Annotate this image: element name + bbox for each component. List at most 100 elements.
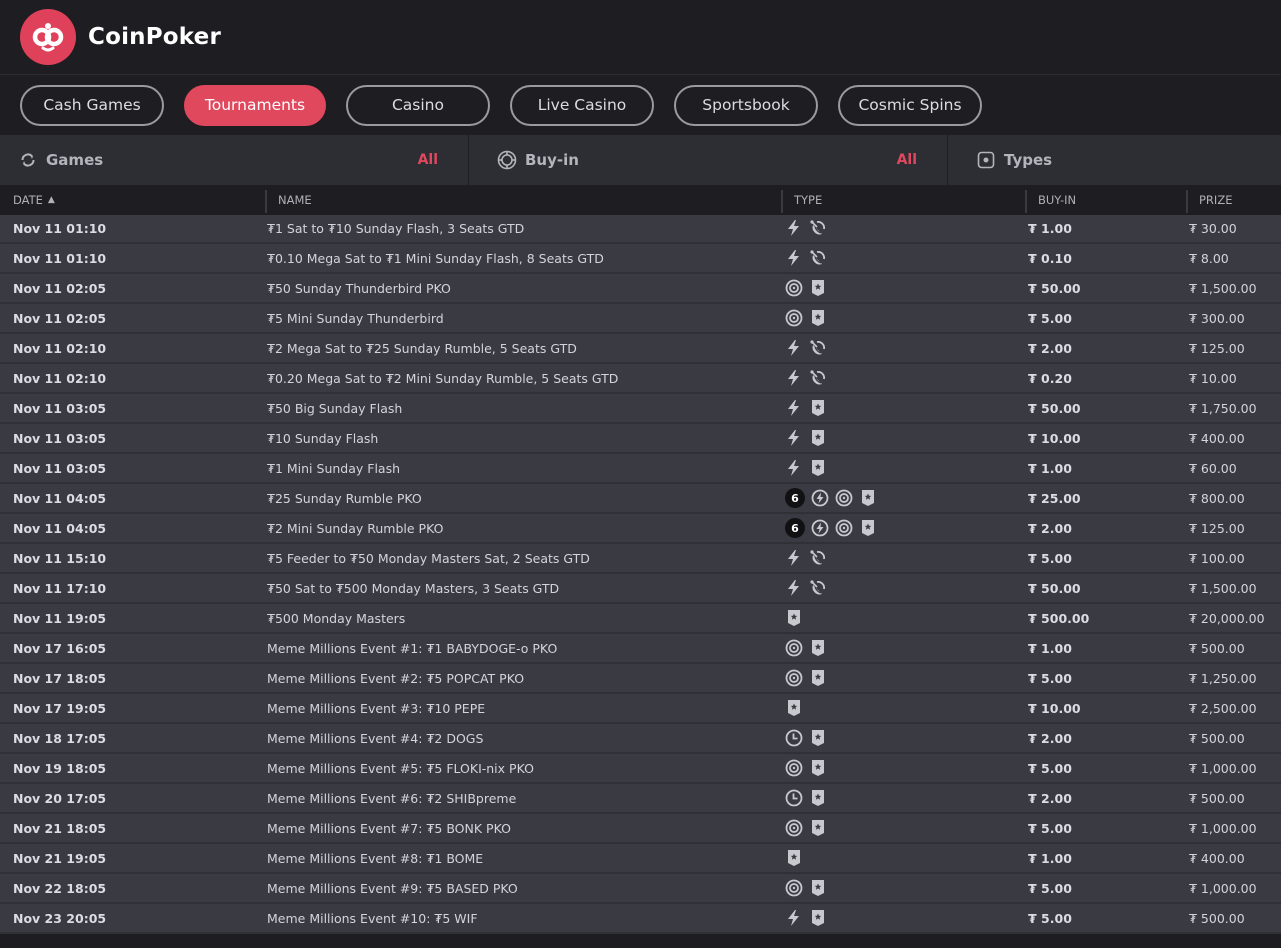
column-header-type[interactable]: TYPE: [781, 185, 1025, 215]
row-prize: ₮ 1,500.00: [1189, 580, 1257, 596]
shield-star-icon: [859, 489, 877, 507]
row-types: [781, 394, 1025, 422]
sort-ascending-icon[interactable]: ▲: [48, 195, 55, 205]
table-row[interactable]: Nov 11 01:10 ₮0.10 Mega Sat to ₮1 Mini S…: [0, 244, 1281, 274]
row-buyin: ₮ 50.00: [1028, 400, 1081, 416]
table-row[interactable]: Nov 11 02:05 ₮50 Sunday Thunderbird PKO …: [0, 274, 1281, 304]
target-icon: [785, 669, 803, 687]
games-filter[interactable]: Games All: [0, 135, 469, 185]
row-types: [781, 724, 1025, 752]
types-filter[interactable]: Types: [948, 135, 1281, 185]
row-buyin: ₮ 2.00: [1028, 520, 1072, 536]
row-name: ₮2 Mega Sat to ₮25 Sunday Rumble, 5 Seat…: [267, 340, 577, 356]
row-prize: ₮ 100.00: [1189, 550, 1245, 566]
row-date: Nov 17 18:05: [13, 670, 107, 686]
table-row[interactable]: Nov 11 15:10 ₮5 Feeder to ₮50 Monday Mas…: [0, 544, 1281, 574]
row-buyin: ₮ 50.00: [1028, 580, 1081, 596]
target-icon: [785, 759, 803, 777]
buyin-filter[interactable]: Buy-in All: [469, 135, 948, 185]
table-row[interactable]: Nov 21 19:05 Meme Millions Event #8: ₮1 …: [0, 844, 1281, 874]
column-header-prize[interactable]: PRIZE: [1186, 185, 1281, 215]
nav-cosmic-spins[interactable]: Cosmic Spins: [838, 84, 982, 126]
shield-star-icon: [809, 759, 827, 777]
row-buyin: ₮ 2.00: [1028, 340, 1072, 356]
satellite-icon: [809, 579, 827, 597]
row-buyin: ₮ 1.00: [1028, 220, 1072, 236]
table-row[interactable]: Nov 11 02:10 ₮2 Mega Sat to ₮25 Sunday R…: [0, 334, 1281, 364]
row-buyin: ₮ 50.00: [1028, 280, 1081, 296]
row-prize: ₮ 60.00: [1189, 460, 1237, 476]
target-icon: [785, 879, 803, 897]
satellite-icon: [809, 219, 827, 237]
nav-sportsbook[interactable]: Sportsbook: [674, 84, 818, 126]
row-name: Meme Millions Event #9: ₮5 BASED PKO: [267, 880, 518, 896]
row-date: Nov 11 15:10: [13, 550, 107, 566]
table-row[interactable]: Nov 17 16:05 Meme Millions Event #1: ₮1 …: [0, 634, 1281, 664]
hyper-turbo-icon: [811, 489, 829, 507]
nav-cash-games[interactable]: Cash Games: [20, 84, 164, 126]
row-buyin: ₮ 5.00: [1028, 820, 1072, 836]
tournament-table-body[interactable]: Nov 11 01:10 ₮5 Sat to ₮50 Big Sunday Fl…: [0, 198, 1281, 948]
row-date: Nov 21 19:05: [13, 850, 107, 866]
row-name: Meme Millions Event #8: ₮1 BOME: [267, 850, 484, 866]
row-prize: ₮ 125.00: [1189, 340, 1245, 356]
row-prize: ₮ 10.00: [1189, 370, 1237, 386]
table-row[interactable]: Nov 20 17:05 Meme Millions Event #6: ₮2 …: [0, 784, 1281, 814]
table-row[interactable]: Nov 11 17:10 ₮50 Sat to ₮500 Monday Mast…: [0, 574, 1281, 604]
table-row[interactable]: Nov 11 04:05 ₮2 Mini Sunday Rumble PKO 6…: [0, 514, 1281, 544]
lightning-icon: [785, 249, 803, 267]
table-row[interactable]: Nov 11 01:10 ₮1 Sat to ₮10 Sunday Flash,…: [0, 214, 1281, 244]
main-nav: Cash Games Tournaments Casino Live Casin…: [0, 75, 1281, 135]
column-header-name[interactable]: NAME: [265, 185, 781, 215]
buyin-filter-label: Buy-in: [525, 151, 579, 169]
table-row[interactable]: Nov 11 19:05 ₮500 Monday Masters ₮ 500.0…: [0, 604, 1281, 634]
table-row[interactable]: Nov 11 02:10 ₮0.20 Mega Sat to ₮2 Mini S…: [0, 364, 1281, 394]
row-types: [781, 634, 1025, 662]
table-row[interactable]: Nov 22 18:05 Meme Millions Event #9: ₮5 …: [0, 874, 1281, 904]
brand-name: CoinPoker: [88, 24, 222, 50]
row-prize: ₮ 1,000.00: [1189, 820, 1257, 836]
column-header-type-label: TYPE: [794, 193, 823, 207]
column-header-date[interactable]: DATE ▲: [0, 185, 265, 215]
row-types: [781, 334, 1025, 362]
row-date: Nov 11 02:05: [13, 280, 107, 296]
coinpoker-logo-icon[interactable]: [20, 9, 76, 65]
satellite-icon: [809, 249, 827, 267]
row-date: Nov 11 03:05: [13, 460, 107, 476]
table-row[interactable]: Nov 11 02:05 ₮5 Mini Sunday Thunderbird …: [0, 304, 1281, 334]
nav-tournaments[interactable]: Tournaments: [184, 84, 326, 126]
table-row[interactable]: Nov 18 17:05 Meme Millions Event #4: ₮2 …: [0, 724, 1281, 754]
row-name: Meme Millions Event #7: ₮5 BONK PKO: [267, 820, 511, 836]
table-row[interactable]: Nov 21 18:05 Meme Millions Event #7: ₮5 …: [0, 814, 1281, 844]
row-types: [781, 424, 1025, 452]
shield-star-icon: [809, 789, 827, 807]
shield-star-icon: [785, 849, 803, 867]
row-prize: ₮ 1,500.00: [1189, 280, 1257, 296]
row-name: Meme Millions Event #2: ₮5 POPCAT PKO: [267, 670, 525, 686]
target-icon: [835, 519, 853, 537]
row-name: ₮50 Sunday Thunderbird PKO: [267, 280, 451, 296]
table-row[interactable]: Nov 17 19:05 Meme Millions Event #3: ₮10…: [0, 694, 1281, 724]
table-row[interactable]: Nov 17 18:05 Meme Millions Event #2: ₮5 …: [0, 664, 1281, 694]
table-row[interactable]: Nov 19 18:05 Meme Millions Event #5: ₮5 …: [0, 754, 1281, 784]
row-name: Meme Millions Event #5: ₮5 FLOKI-nix PKO: [267, 760, 534, 776]
row-name: Meme Millions Event #1: ₮1 BABYDOGE-o PK…: [267, 640, 558, 656]
row-prize: ₮ 400.00: [1189, 430, 1245, 446]
row-types: [781, 874, 1025, 902]
row-prize: ₮ 1,750.00: [1189, 400, 1257, 416]
table-row[interactable]: Nov 23 20:05 Meme Millions Event #10: ₮5…: [0, 904, 1281, 934]
row-prize: ₮ 1,000.00: [1189, 880, 1257, 896]
table-row[interactable]: Nov 11 03:05 ₮10 Sunday Flash ₮ 10.00 ₮ …: [0, 424, 1281, 454]
games-filter-value[interactable]: All: [418, 152, 438, 168]
table-row[interactable]: Nov 11 04:05 ₮25 Sunday Rumble PKO 6 ₮ 2…: [0, 484, 1281, 514]
row-date: Nov 20 17:05: [13, 790, 107, 806]
table-row[interactable]: Nov 11 03:05 ₮1 Mini Sunday Flash ₮ 1.00…: [0, 454, 1281, 484]
shield-star-icon: [785, 609, 803, 627]
target-icon: [785, 309, 803, 327]
buyin-filter-value[interactable]: All: [897, 152, 917, 168]
nav-casino[interactable]: Casino: [346, 84, 490, 126]
nav-live-casino[interactable]: Live Casino: [510, 84, 654, 126]
target-icon: [785, 279, 803, 297]
table-row[interactable]: Nov 11 03:05 ₮50 Big Sunday Flash ₮ 50.0…: [0, 394, 1281, 424]
column-header-buyin[interactable]: BUY-IN: [1025, 185, 1186, 215]
